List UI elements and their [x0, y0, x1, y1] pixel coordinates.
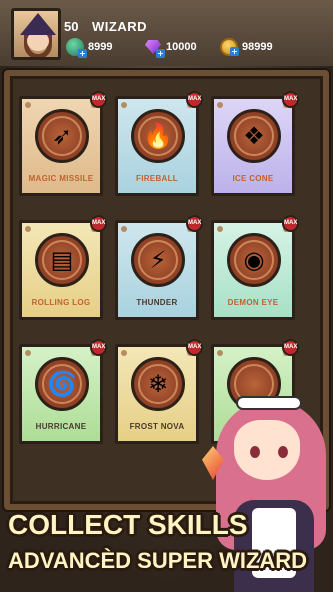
skill-card[interactable]: MAX ➶ MAGIC MISSILE — [19, 91, 107, 196]
skill-card[interactable]: MAX ❖ ICE CONE — [211, 91, 299, 196]
max-badge: MAX — [90, 91, 107, 108]
max-badge: MAX — [282, 215, 299, 232]
wizard-hat-icon — [20, 13, 56, 35]
rivet — [217, 102, 223, 108]
player-avatar[interactable] — [11, 8, 61, 60]
max-badge: MAX — [282, 91, 299, 108]
rivet — [25, 102, 31, 108]
resource-purple-diamond[interactable]: + 10000 — [144, 38, 197, 58]
rivet — [217, 226, 223, 232]
skill-card[interactable]: MAX ▤ ROLLING LOG — [19, 215, 107, 320]
maid-face — [234, 420, 300, 480]
rivet — [25, 226, 31, 232]
skill-name: FROST NOVA — [129, 422, 185, 431]
max-badge: MAX — [90, 339, 107, 356]
skill-glyph: ❄ — [147, 370, 169, 398]
ice-cone-icon: ❖ — [227, 109, 281, 163]
skill-glyph: ⚡ — [149, 246, 167, 274]
max-badge: MAX — [186, 91, 203, 108]
skill-name: HURRICANE — [35, 422, 87, 431]
banner-title: COLLECT SKILLS — [8, 509, 248, 540]
skill-glyph: ◉ — [243, 246, 265, 274]
skill-card[interactable]: MAX 🌀 HURRICANE — [19, 339, 107, 444]
rivet — [121, 226, 127, 232]
maid-eye-right — [278, 446, 288, 458]
hurricane-icon: 🌀 — [35, 357, 89, 411]
add-coin-icon[interactable]: + — [230, 47, 239, 56]
resource-gold-coin[interactable]: + 98999 — [220, 38, 273, 56]
skill-name: ROLLING LOG — [31, 298, 91, 307]
skill-glyph: ▤ — [50, 246, 74, 274]
green-gem-count: 8999 — [88, 41, 113, 53]
banner-subtitle: ADVANCÈD SUPER WIZARD — [8, 548, 308, 573]
max-badge: MAX — [90, 215, 107, 232]
skill-card[interactable]: MAX 🔥 FIREBALL — [115, 91, 203, 196]
maid-headband — [236, 396, 302, 410]
resource-green-gem[interactable]: + 8999 — [66, 38, 113, 58]
skill-glyph: ❖ — [243, 122, 265, 150]
max-badge: MAX — [186, 339, 203, 356]
player-name: WIZARD — [92, 19, 147, 34]
thunder-icon: ⚡ — [131, 233, 185, 287]
promo-banner: COLLECT SKILLS ADVANCÈD SUPER WIZARD — [0, 505, 333, 592]
gold-coin-icon: + — [220, 38, 239, 56]
player-level: 50 — [64, 19, 79, 34]
skill-glyph: 🔥 — [143, 122, 173, 150]
frost-nova-icon: ❄ — [131, 357, 185, 411]
skill-name: MAGIC MISSILE — [28, 174, 94, 183]
rivet — [217, 350, 223, 356]
skill-glyph: ➶ — [51, 122, 73, 150]
skill-name: DEMON EYE — [227, 298, 279, 307]
green-gem-icon: + — [66, 38, 87, 58]
add-diamond-icon[interactable]: + — [156, 49, 165, 58]
purple-diamond-icon: + — [144, 38, 165, 58]
skill-glyph: 🌀 — [47, 370, 77, 398]
skill-name: ICE CONE — [232, 174, 274, 183]
purple-diamond-count: 10000 — [166, 41, 197, 53]
rolling-log-icon: ▤ — [35, 233, 89, 287]
skill-name: THUNDER — [136, 298, 178, 307]
gold-coin-count: 98999 — [242, 41, 273, 53]
magic-missile-icon: ➶ — [35, 109, 89, 163]
demon-eye-icon: ◉ — [227, 233, 281, 287]
rivet — [121, 102, 127, 108]
skill-card[interactable]: MAX ⚡ THUNDER — [115, 215, 203, 320]
fireball-icon: 🔥 — [131, 109, 185, 163]
skill-name: FIREBALL — [136, 174, 178, 183]
max-badge: MAX — [282, 339, 299, 356]
rivet — [121, 350, 127, 356]
max-badge: MAX — [186, 215, 203, 232]
skill-card[interactable]: MAX ❄ FROST NOVA — [115, 339, 203, 444]
top-bar: 50 WIZARD + 8999 + 10000 + 98999 — [0, 0, 333, 66]
skill-card[interactable]: MAX ◉ DEMON EYE — [211, 215, 299, 320]
add-gem-icon[interactable]: + — [78, 49, 87, 58]
rivet — [25, 350, 31, 356]
maid-eye-left — [250, 446, 260, 458]
